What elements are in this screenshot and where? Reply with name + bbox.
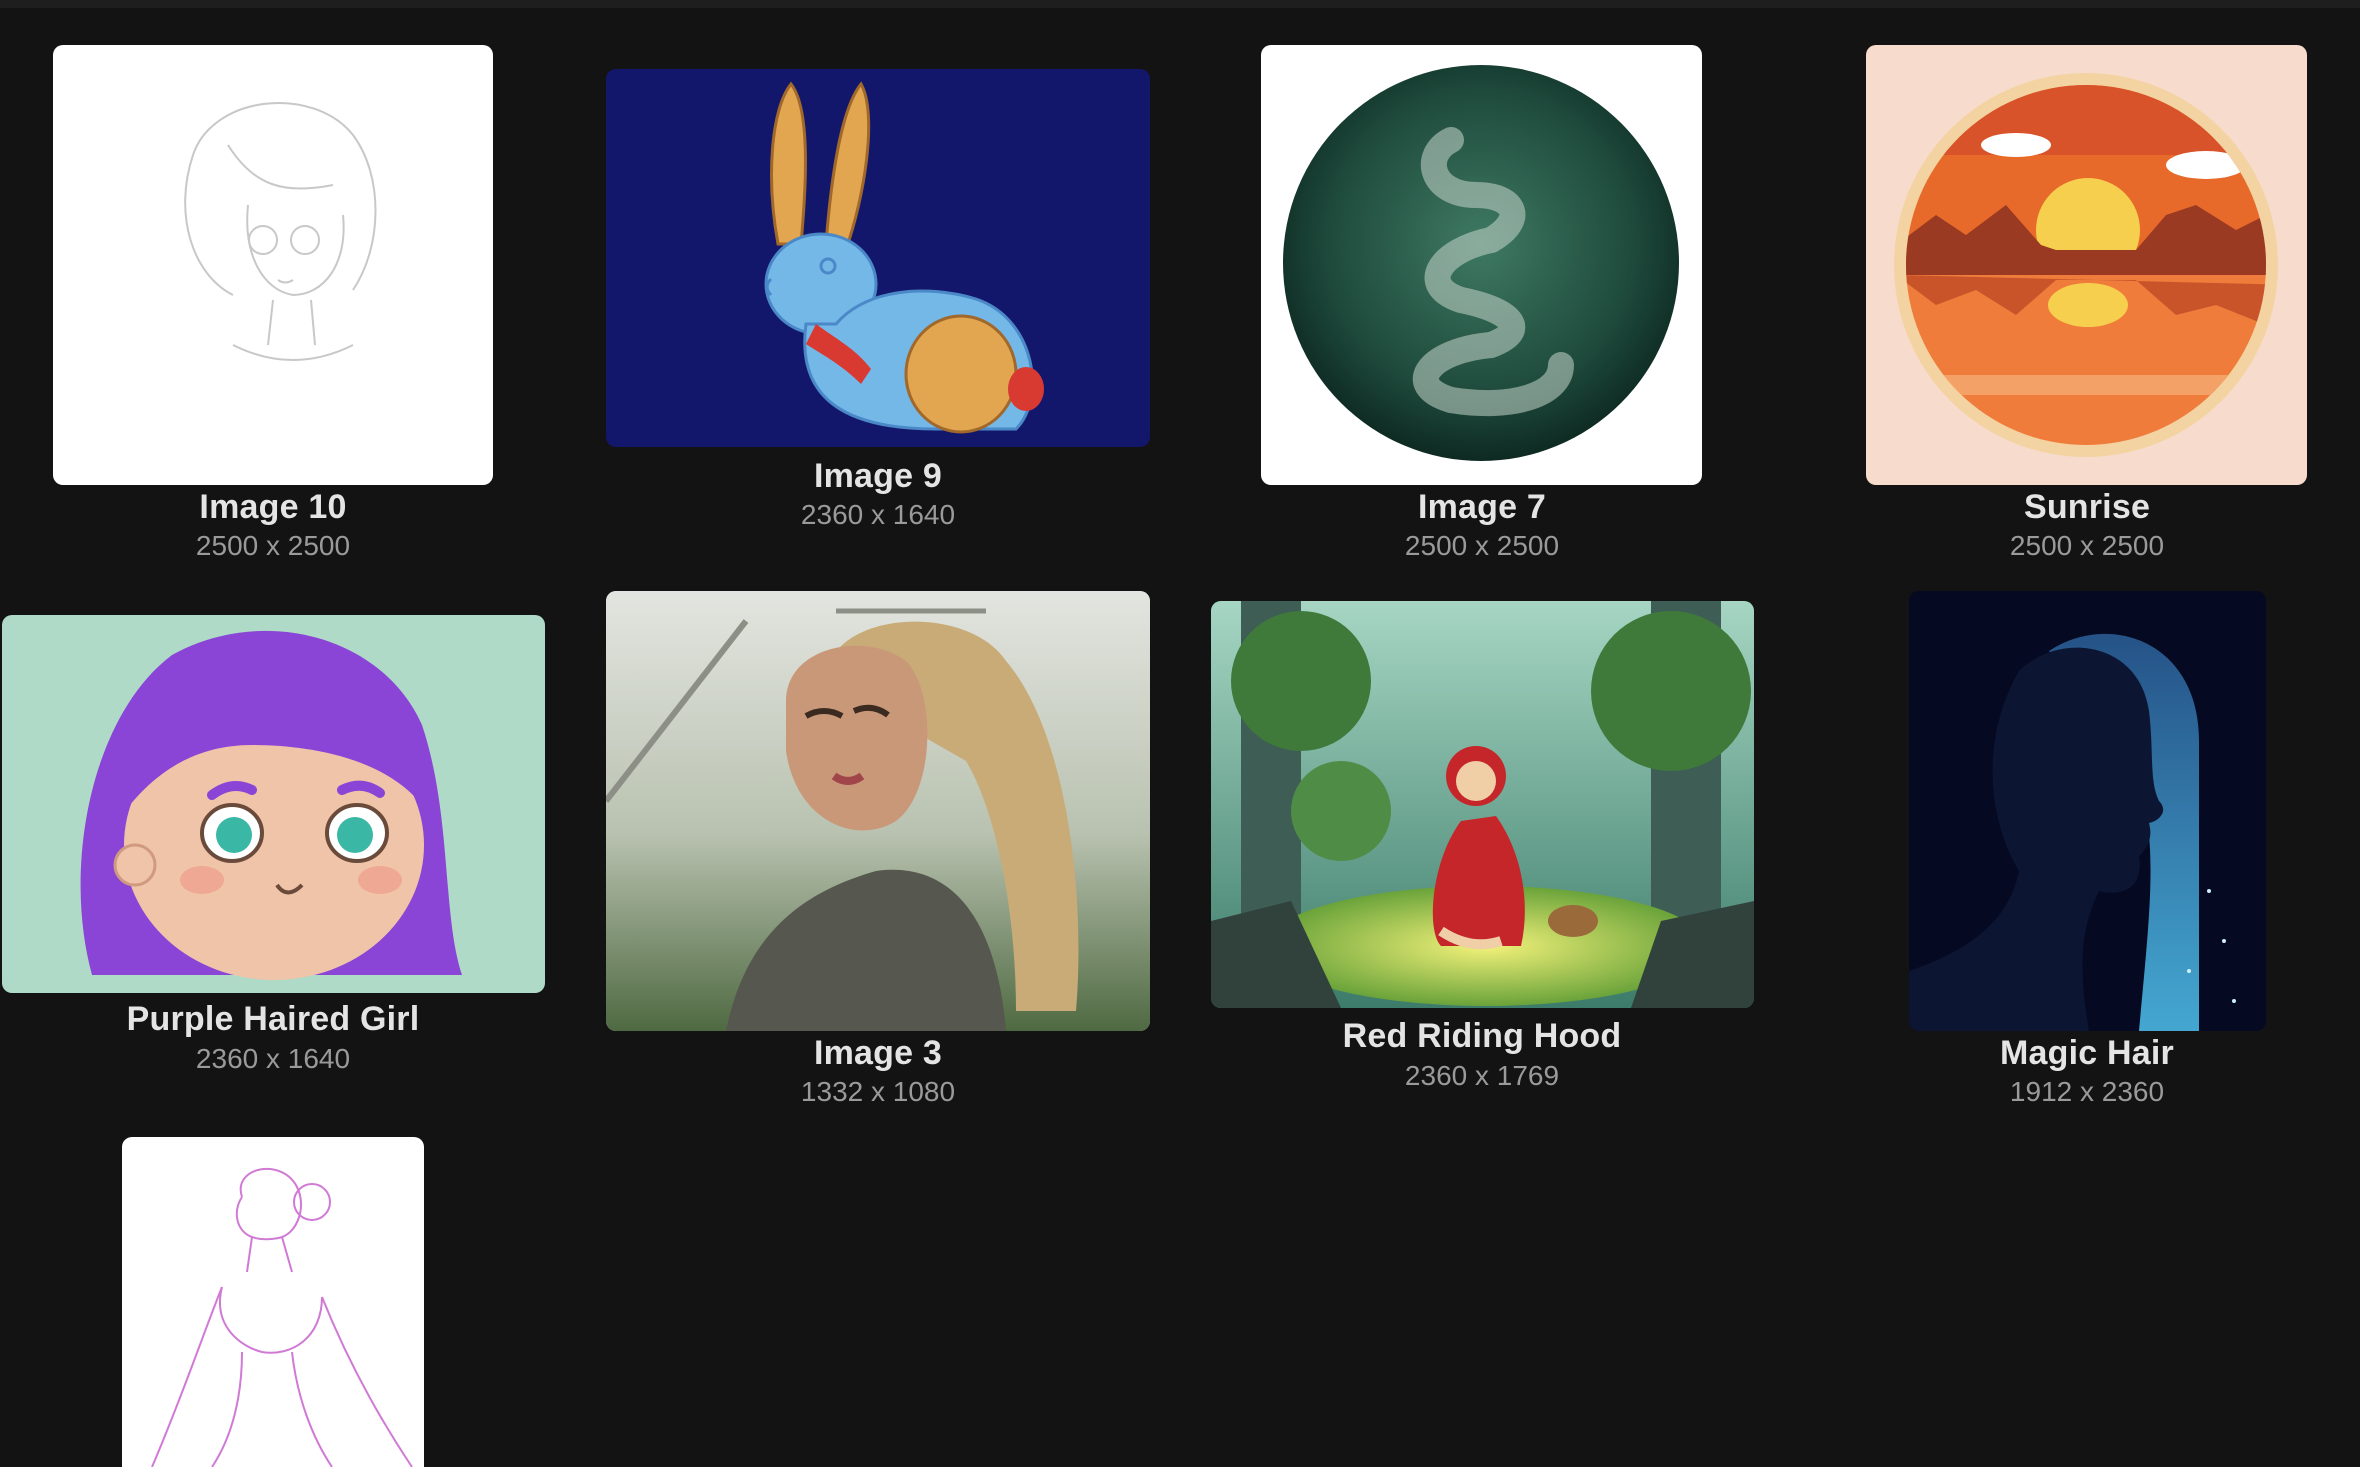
artwork-title: Image 7 xyxy=(1417,488,1547,526)
artwork-dimensions: 2500 x 2500 xyxy=(2009,530,2165,561)
blue-rabbit-icon xyxy=(764,81,1044,434)
blonde-woman-photo-icon xyxy=(606,591,1150,1031)
sketch-girl-portrait-icon xyxy=(184,101,377,361)
artwork-thumbnail-magic-hair[interactable] xyxy=(1909,591,2266,1031)
artwork-thumbnail-purple-haired-girl[interactable] xyxy=(2,615,545,993)
artwork-thumbnail-image-7[interactable] xyxy=(1261,45,1702,485)
artwork-thumbnail-image-10[interactable] xyxy=(53,45,493,485)
artwork-title: Sunrise xyxy=(2023,488,2151,526)
artwork-dimensions: 1332 x 1080 xyxy=(800,1076,956,1107)
red-riding-hood-forest-icon xyxy=(1211,601,1754,1008)
magic-hair-silhouette-icon xyxy=(1909,591,2266,1031)
pink-sketch-woman-icon xyxy=(151,1168,413,1467)
green-circle-snake-icon xyxy=(1283,65,1679,461)
artwork-thumbnail-red-riding-hood[interactable] xyxy=(1211,601,1754,1008)
artwork-title: Image 9 xyxy=(813,457,943,495)
artwork-dimensions: 2360 x 1640 xyxy=(195,1043,351,1074)
artwork-thumbnail-image-9[interactable] xyxy=(606,69,1150,447)
artwork-title: Purple Haired Girl xyxy=(126,1000,420,1038)
purple-haired-girl-icon xyxy=(80,630,462,980)
sunrise-badge-icon xyxy=(1894,73,2278,457)
artwork-thumbnail-pink-sketch[interactable] xyxy=(122,1137,424,1467)
artwork-dimensions: 2360 x 1769 xyxy=(1404,1060,1560,1091)
artwork-title: Red Riding Hood xyxy=(1342,1017,1622,1055)
artwork-dimensions: 2500 x 2500 xyxy=(1404,530,1560,561)
artwork-dimensions: 1912 x 2360 xyxy=(2009,1076,2165,1107)
artwork-title: Magic Hair xyxy=(2000,1034,2174,1072)
artwork-dimensions: 2500 x 2500 xyxy=(195,530,351,561)
artwork-thumbnail-image-3[interactable] xyxy=(606,591,1150,1031)
artwork-title: Image 3 xyxy=(813,1034,943,1072)
artwork-title: Image 10 xyxy=(199,488,347,526)
artwork-dimensions: 2360 x 1640 xyxy=(800,499,956,530)
artwork-gallery: Image 10 2500 x 2500 Image 9 2360 x 1640 xyxy=(0,0,2360,1467)
artwork-thumbnail-sunrise[interactable] xyxy=(1866,45,2307,485)
